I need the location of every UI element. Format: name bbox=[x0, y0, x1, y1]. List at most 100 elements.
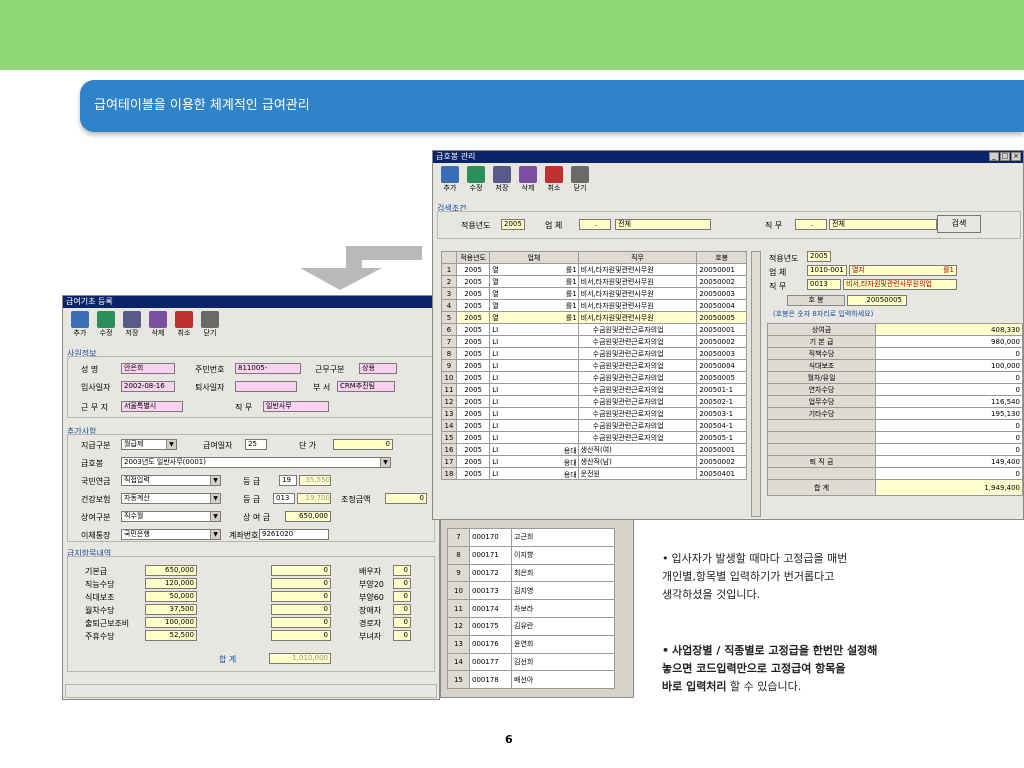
pay-item-value-2[interactable]: 0 bbox=[271, 617, 331, 628]
toolbar-button-1[interactable]: 수정 bbox=[465, 166, 487, 193]
toolbar-button-0[interactable]: 추가 bbox=[439, 166, 461, 193]
detail-value[interactable]: 980,000 bbox=[875, 335, 1023, 348]
detail-value[interactable]: 195,130 bbox=[875, 407, 1023, 420]
detail-value[interactable]: 0 bbox=[875, 419, 1023, 432]
detail-value[interactable]: 0 bbox=[875, 371, 1023, 384]
pay-item-value[interactable]: 650,000 bbox=[145, 565, 197, 576]
family-count[interactable]: 0 bbox=[393, 565, 411, 576]
table-row[interactable]: 9 2005 LI 수금원및관련근로자의업 20050004 bbox=[440, 359, 747, 372]
search-button[interactable]: 검색 bbox=[937, 215, 981, 233]
toolbar-button-3[interactable]: 삭제 bbox=[517, 166, 539, 193]
table-row[interactable]: 15 000178 배선아 bbox=[447, 670, 615, 690]
detail-value[interactable]: 0 bbox=[875, 383, 1023, 396]
minimize-icon[interactable]: _ bbox=[989, 152, 999, 161]
r-grade-field[interactable]: 20050005 bbox=[847, 295, 907, 306]
r-biz-code-field[interactable]: 1010-001 bbox=[807, 265, 847, 276]
table-row[interactable]: 10 2005 LI 수금원및관련근로자의업 20050005 bbox=[440, 371, 747, 384]
table-row[interactable]: 5 2005 열 를1 비서,타자원및관련사무원 20050005 bbox=[440, 311, 747, 324]
grade-select[interactable]: 2003년도 일반사무(0001) ▼ bbox=[121, 457, 391, 468]
table-row[interactable]: 14 2005 LI 수금원및관련근로자의업 200504-1 bbox=[440, 419, 747, 432]
job-code-field[interactable]: . bbox=[795, 219, 827, 230]
column-header[interactable]: 호봉 bbox=[696, 251, 747, 264]
pay-item-value-2[interactable]: 0 bbox=[271, 630, 331, 641]
family-count[interactable]: 0 bbox=[393, 578, 411, 589]
table-row[interactable]: 11 000174 차보라 bbox=[447, 599, 615, 618]
detail-value[interactable]: 149,400 bbox=[875, 455, 1023, 468]
job-name-field[interactable]: 전체 bbox=[829, 219, 937, 230]
toolbar-button-0[interactable]: 추가 bbox=[69, 311, 91, 338]
pay-item-value[interactable]: 52,500 bbox=[145, 630, 197, 641]
detail-value[interactable]: 0 bbox=[875, 443, 1023, 456]
detail-value[interactable]: 408,330 bbox=[875, 323, 1023, 336]
toolbar-button-3[interactable]: 삭제 bbox=[147, 311, 169, 338]
bonus-amount-field[interactable]: 650,000 bbox=[285, 511, 331, 522]
table-row[interactable]: 13 2005 LI 수금원및관련근로자의업 200503-1 bbox=[440, 407, 747, 420]
job-field[interactable]: 일반사무 bbox=[263, 401, 329, 412]
pay-item-value[interactable]: 50,000 bbox=[145, 591, 197, 602]
table-row[interactable]: 12 000175 김유란 bbox=[447, 616, 615, 636]
family-count[interactable]: 0 bbox=[393, 630, 411, 641]
paytype-select[interactable]: 월급제 ▼ bbox=[121, 439, 177, 450]
family-count[interactable]: 0 bbox=[393, 604, 411, 615]
table-row[interactable]: 3 2005 열 를1 비서,타자원및관련사무원 20050003 bbox=[440, 287, 747, 300]
maximize-icon[interactable]: □ bbox=[1000, 152, 1010, 161]
table-row[interactable]: 7 2005 LI 수금원및관련근로자의업 20050002 bbox=[440, 335, 747, 348]
column-header[interactable]: 업체 bbox=[489, 251, 579, 264]
detail-value[interactable]: 0 bbox=[875, 467, 1023, 480]
table-row[interactable]: 6 2005 LI 수금원및관련근로자의업 20050001 bbox=[440, 323, 747, 336]
pay-item-value-2[interactable]: 0 bbox=[271, 578, 331, 589]
health-grade-field[interactable]: 013 bbox=[273, 493, 295, 504]
table-row[interactable]: 12 2005 LI 수금원및관련근로자의업 200502-1 bbox=[440, 395, 747, 408]
table-row[interactable]: 18 2005 LI 용대 운전원 20050401 bbox=[440, 467, 747, 480]
family-count[interactable]: 0 bbox=[393, 591, 411, 602]
r-job-name-field[interactable]: 비서,타자원및관련사무원의업 bbox=[843, 279, 957, 290]
close-button[interactable]: 닫기 bbox=[199, 311, 221, 338]
table-row[interactable]: 8 2005 LI 수금원및관련근로자의업 20050003 bbox=[440, 347, 747, 360]
pay-item-value[interactable]: 120,000 bbox=[145, 578, 197, 589]
retire-date-field[interactable] bbox=[235, 381, 297, 392]
detail-value[interactable]: 100,000 bbox=[875, 359, 1023, 372]
column-header[interactable]: 직무 bbox=[577, 251, 698, 264]
detail-value[interactable]: 0 bbox=[875, 347, 1023, 360]
table-row[interactable]: 16 2005 LI 용대 생산직(여) 20050001 bbox=[440, 443, 747, 456]
adjust-field[interactable]: 0 bbox=[385, 493, 427, 504]
bonus-select[interactable]: 직수월 ▼ bbox=[121, 511, 221, 522]
close-icon[interactable]: × bbox=[1011, 152, 1021, 161]
worktype-field[interactable]: 상용 bbox=[359, 363, 397, 374]
bank-select[interactable]: 국민은행 ▼ bbox=[121, 529, 221, 540]
pay-item-value[interactable]: 37,500 bbox=[145, 604, 197, 615]
dept-field[interactable]: CRM추진팀 bbox=[337, 381, 395, 392]
table-row[interactable]: 17 2005 LI 용대 생산직(남) 20050002 bbox=[440, 455, 747, 468]
table-row[interactable]: 14 000177 김선희 bbox=[447, 652, 615, 672]
pay-item-value-2[interactable]: 0 bbox=[271, 591, 331, 602]
pay-item-value-2[interactable]: 0 bbox=[271, 565, 331, 576]
pay-item-value[interactable]: 100,000 bbox=[145, 617, 197, 628]
detail-value[interactable]: 0 bbox=[875, 431, 1023, 444]
toolbar-button-2[interactable]: 저장 bbox=[491, 166, 513, 193]
unit-price-field[interactable]: 0 bbox=[333, 439, 393, 450]
biz-name-field[interactable]: 전체 bbox=[615, 219, 711, 230]
r-job-code-field[interactable]: 0013 bbox=[807, 279, 841, 290]
rrn-field[interactable]: 811005- bbox=[235, 363, 301, 374]
table-row[interactable]: 11 2005 LI 수금원및관련근로자의업 200501-1 bbox=[440, 383, 747, 396]
table-row[interactable]: 10 000173 김지영 bbox=[447, 581, 615, 601]
table-scrollbar[interactable] bbox=[751, 251, 761, 517]
biz-code-field[interactable]: . bbox=[579, 219, 611, 230]
detail-value[interactable]: 116,540 bbox=[875, 395, 1023, 408]
payday-field[interactable]: 25 bbox=[245, 439, 267, 450]
toolbar-button-4[interactable]: 취소 bbox=[173, 311, 195, 338]
table-row[interactable]: 4 2005 열 를1 비서,타자원및관련사무원 20050004 bbox=[440, 299, 747, 312]
pension-grade-field[interactable]: 19 bbox=[279, 475, 297, 486]
table-row[interactable]: 15 2005 LI 수금원및관련근로자의업 200505-1 bbox=[440, 431, 747, 444]
family-count[interactable]: 0 bbox=[393, 617, 411, 628]
table-row[interactable]: 13 000176 윤연희 bbox=[447, 634, 615, 654]
pension-select[interactable]: 직접입력 ▼ bbox=[121, 475, 221, 486]
table-row[interactable]: 2 2005 열 를1 비서,타자원및관련사무원 20050002 bbox=[440, 275, 747, 288]
pay-item-value-2[interactable]: 0 bbox=[271, 604, 331, 615]
toolbar-button-1[interactable]: 수정 bbox=[95, 311, 117, 338]
health-select[interactable]: 자동계산 ▼ bbox=[121, 493, 221, 504]
year-field[interactable]: 2005 bbox=[501, 219, 525, 230]
toolbar-button-2[interactable]: 저장 bbox=[121, 311, 143, 338]
hire-date-field[interactable]: 2002-08-16 bbox=[121, 381, 175, 392]
toolbar-button-4[interactable]: 취소 bbox=[543, 166, 565, 193]
